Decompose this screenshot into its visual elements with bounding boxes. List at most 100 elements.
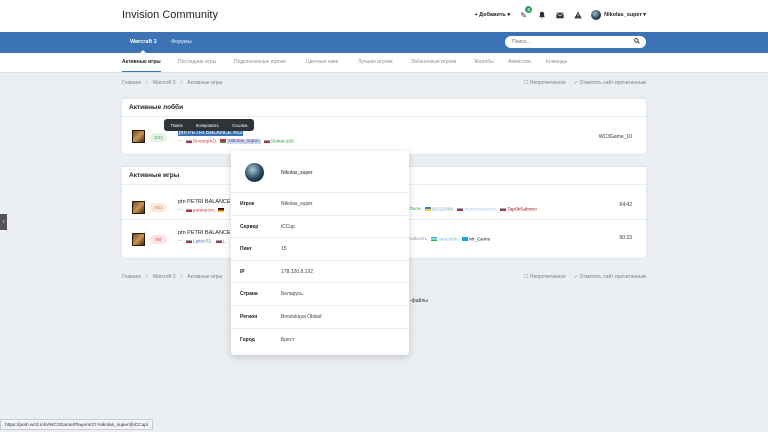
host-name: WC3Game_10 [598, 134, 632, 140]
flag-icon [220, 139, 227, 143]
mark-read-link[interactable]: ✓ Отметить сайт прочитанным [574, 80, 646, 86]
crumb-separator: › [180, 274, 183, 280]
subtab-colored-nicks[interactable]: Цветные ники [306, 53, 338, 72]
tag-icon[interactable]: ✎ 3 [519, 5, 533, 20]
race-icon [132, 233, 145, 246]
subtab-complaints[interactable]: Жалобы [474, 53, 494, 72]
search-input[interactable] [505, 36, 623, 48]
username: Nikolas_super ▾ [604, 12, 646, 18]
game-players-right: ialker01, nancy0rk, Mr_Game [410, 237, 490, 242]
field-value: Brestskaya Oblast' [281, 313, 323, 320]
popover-player-name[interactable]: Nikolas_super [281, 170, 313, 176]
players-dash: — [178, 208, 183, 214]
sidebar-toggle[interactable]: › [0, 214, 7, 230]
game-name[interactable]: ptn PETRI BALANCE [178, 230, 231, 236]
players-dash: — [178, 239, 183, 245]
popover-header: Nikolas_super [231, 151, 409, 193]
crumb-separator: › [146, 274, 148, 280]
crumb-home[interactable]: Главная [122, 80, 141, 86]
race-icon [132, 130, 145, 143]
flag-icon [185, 208, 192, 212]
player-link[interactable]: parsepom, [185, 208, 215, 213]
player-name: DinampXD, [192, 139, 218, 145]
breadcrumb-actions-bottom: ☐ Непрочитанное ✓ Отметить сайт прочитан… [524, 274, 646, 280]
game-name[interactable]: ptn PETRI BALANCE [178, 199, 231, 205]
slot-badge: 9/9 [150, 235, 167, 244]
context-link[interactable]: Ссылка [232, 123, 247, 128]
search-icon[interactable] [634, 38, 640, 46]
lobbies-title: Активные лобби [122, 99, 646, 117]
flag-icon [218, 208, 225, 212]
flag-icon [500, 207, 507, 211]
warning-icon[interactable] [573, 11, 582, 20]
tab-forums[interactable]: Форумы [171, 32, 192, 53]
slot-badge: 3/11 [150, 133, 167, 142]
crumb-current: Активные игры [187, 274, 223, 280]
player-name: Stakan195 [270, 139, 294, 145]
flag-icon [431, 237, 438, 241]
subtab-active-games[interactable]: Активные игры [122, 53, 161, 72]
site-brand[interactable]: Invision Community [122, 9, 218, 21]
add-button[interactable]: + Добавить ▾ [474, 12, 510, 18]
flag-icon [185, 239, 192, 243]
subtab-teams[interactable]: Команды [546, 53, 567, 72]
flag-icon [215, 239, 222, 243]
files-link[interactable]: -файлы [410, 298, 428, 304]
unread-link[interactable]: ☐ Непрочитанное [524, 274, 566, 280]
unread-link[interactable]: ☐ Непрочитанное [524, 80, 566, 86]
main-nav: Warcraft 3 Форумы [0, 32, 768, 53]
subtab-banned-players[interactable]: Забаненные игроки [411, 53, 456, 72]
envelope-icon[interactable] [555, 11, 564, 20]
subtab-best-players[interactable]: Лучшие игроки [358, 53, 393, 72]
flag-icon [461, 237, 468, 241]
context-search[interactable]: Поиск [171, 123, 183, 128]
field-value: 178.120.8.192 [281, 268, 313, 275]
breadcrumb-actions: ☐ Непрочитанное ✓ Отметить сайт прочитан… [524, 80, 646, 86]
player-link[interactable]: ftuce, [410, 207, 422, 212]
context-copy[interactable]: Копировать [196, 123, 219, 128]
crumb-home[interactable]: Главная [122, 274, 141, 280]
crumb-current: Активные игры [187, 80, 223, 86]
user-menu[interactable]: Nikolas_super ▾ [591, 10, 646, 20]
field-label: Город [240, 336, 255, 343]
player-link[interactable]: L [215, 239, 226, 245]
search-box [505, 36, 646, 48]
player-name: ialker01, [410, 237, 429, 243]
player-link[interactable]: DinampXD, [185, 139, 218, 145]
popover-row-server: Сервер iCCup [231, 216, 409, 239]
mark-read-link[interactable]: ✓ Отметить сайт прочитанным [574, 274, 646, 280]
player-link[interactable]: Mr_Game [461, 237, 490, 242]
breadcrumb-bottom: Главная › Warcraft 3 › Активные игры [122, 274, 222, 280]
player-popover: Nikolas_super Игрок Nikolas_super Сервер… [231, 151, 409, 355]
tab-warcraft3[interactable]: Warcraft 3 [130, 32, 157, 53]
field-value: Беларусь [281, 291, 303, 298]
subtab-recent-games[interactable]: Последние игры [178, 53, 216, 72]
player-link[interactable] [218, 208, 225, 213]
game-players-left: — parsepom, [178, 208, 225, 213]
popover-row-ping: Пинг 15 [231, 238, 409, 261]
player-name: L [222, 239, 226, 245]
subtab-amnesty[interactable]: Амнистии [508, 53, 531, 72]
flag-icon [263, 139, 270, 143]
player-link[interactable]: Tap0kSabotro [500, 207, 537, 212]
player-link[interactable]: Lipton72, [185, 239, 213, 244]
field-value: Nikolas_super [281, 201, 313, 207]
player-link[interactable]: 20122009, [424, 207, 454, 212]
bell-icon[interactable] [537, 11, 546, 20]
crumb-warcraft3[interactable]: Warcraft 3 [153, 274, 176, 280]
field-label: Игрок [240, 201, 255, 207]
crumb-warcraft3[interactable]: Warcraft 3 [153, 80, 176, 86]
race-icon [132, 201, 145, 214]
player-link[interactable]: nancy0rk, [431, 237, 459, 242]
popover-row-player: Игрок Nikolas_super [231, 193, 409, 216]
player-link[interactable]: Stakan195 [263, 139, 294, 145]
avatar [245, 163, 264, 182]
popover-row-ip: IP 178.120.8.192 [231, 261, 409, 284]
subtab-connected-players[interactable]: Подключенные игроки [234, 53, 286, 72]
field-label: Регион [240, 313, 258, 320]
player-link[interactable]: mythoneanime, [457, 207, 497, 212]
player-link[interactable]: ialker01, [410, 237, 428, 242]
player-link[interactable]: Nikolas_super, [220, 139, 261, 145]
crumb-separator: › [146, 80, 148, 86]
player-name: Tap0kSabotro [507, 207, 537, 213]
